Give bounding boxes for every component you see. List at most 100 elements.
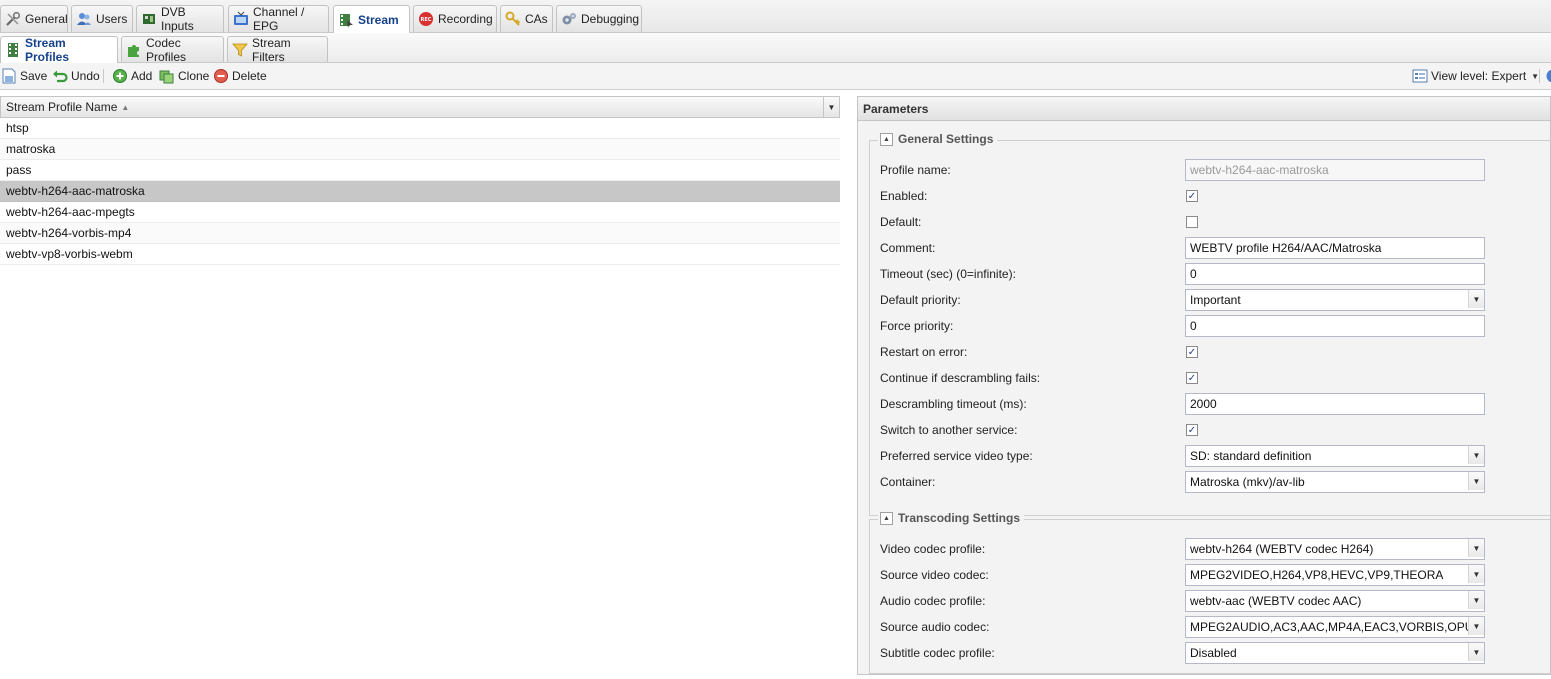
source-audio-codec-row: Source audio codec: MPEG2AUDIO,AC3,AAC,M… xyxy=(880,616,1550,638)
save-button[interactable]: Save xyxy=(1,67,47,85)
audio-codec-profile-select[interactable]: webtv-aac (WEBTV codec AAC) ▼ xyxy=(1185,590,1485,612)
tab-debugging[interactable]: Debugging xyxy=(556,5,642,32)
chevron-down-icon[interactable]: ▼ xyxy=(1468,290,1484,308)
container-row: Container: Matroska (mkv)/av-lib ▼ xyxy=(880,471,1550,493)
restart-on-error-checkbox[interactable]: ✓ xyxy=(1186,346,1198,358)
source-audio-codec-select[interactable]: MPEG2AUDIO,AC3,AAC,MP4A,EAC3,VORBIS,OPUS… xyxy=(1185,616,1485,638)
rec-icon: REC xyxy=(418,11,434,27)
tab-stream-filters[interactable]: Stream Filters xyxy=(227,36,328,64)
descrambling-timeout-row: Descrambling timeout (ms): 2000 xyxy=(880,393,1550,415)
subtitle-codec-profile-select[interactable]: Disabled ▼ xyxy=(1185,642,1485,664)
stream-profile-grid: Stream Profile Name ▲ ▼ htsp matroska pa… xyxy=(0,96,840,265)
undo-button[interactable]: Undo xyxy=(52,67,100,85)
tab-stream[interactable]: Stream xyxy=(333,5,410,33)
table-row[interactable]: webtv-h264-aac-matroska xyxy=(0,181,840,202)
source-video-codec-select[interactable]: MPEG2VIDEO,H264,VP8,HEVC,VP9,THEORA ▼ xyxy=(1185,564,1485,586)
profile-name-row: Profile name: webtv-h264-aac-matroska xyxy=(880,159,1550,181)
key-icon xyxy=(505,11,521,27)
collapse-icon[interactable]: ▲ xyxy=(880,132,893,146)
add-button[interactable]: Add xyxy=(112,67,152,85)
table-row[interactable]: matroska xyxy=(0,139,840,160)
tab-users[interactable]: Users xyxy=(71,5,133,32)
preferred-video-type-select[interactable]: SD: standard definition ▼ xyxy=(1185,445,1485,467)
sub-tab-bar: Stream Profiles Codec Profiles Stream Fi… xyxy=(0,33,1551,64)
delete-icon xyxy=(213,68,229,84)
collapse-icon[interactable]: ▲ xyxy=(880,511,893,525)
profile-name-field: webtv-h264-aac-matroska xyxy=(1185,159,1485,181)
subtitle-codec-profile-row: Subtitle codec profile: Disabled ▼ xyxy=(880,642,1550,664)
gears-icon xyxy=(561,11,577,27)
comment-field[interactable]: WEBTV profile H264/AAC/Matroska xyxy=(1185,237,1485,259)
default-checkbox[interactable] xyxy=(1186,216,1198,228)
column-header-stream-profile-name[interactable]: Stream Profile Name ▲ ▼ xyxy=(0,96,840,118)
container-select[interactable]: Matroska (mkv)/av-lib ▼ xyxy=(1185,471,1485,493)
force-priority-field[interactable]: 0 xyxy=(1185,315,1485,337)
column-menu-trigger[interactable]: ▼ xyxy=(823,97,839,117)
default-priority-select[interactable]: Important ▼ xyxy=(1185,289,1485,311)
clone-button[interactable]: Clone xyxy=(159,67,209,85)
view-level-button[interactable]: View level: Expert ▼ xyxy=(1412,67,1539,85)
parameters-body: ▲ General Settings Profile name: webtv-h… xyxy=(858,121,1550,674)
svg-text:REC: REC xyxy=(421,17,432,23)
chevron-down-icon[interactable]: ▼ xyxy=(1468,617,1484,635)
transcoding-settings-fieldset: ▲ Transcoding Settings Video codec profi… xyxy=(869,511,1550,674)
general-settings-legend: ▲ General Settings xyxy=(878,132,998,146)
general-settings-fieldset: ▲ General Settings Profile name: webtv-h… xyxy=(869,132,1550,516)
toolbar-separator xyxy=(1539,69,1540,83)
tab-recording[interactable]: REC Recording xyxy=(413,5,497,32)
tab-cas[interactable]: CAs xyxy=(500,5,553,32)
transcoding-settings-legend: ▲ Transcoding Settings xyxy=(878,511,1025,525)
clone-icon xyxy=(159,68,175,84)
undo-icon xyxy=(52,68,68,84)
tab-codec-profiles[interactable]: Codec Profiles xyxy=(121,36,224,64)
chevron-down-icon[interactable]: ▼ xyxy=(1468,446,1484,464)
default-row: Default: xyxy=(880,211,1550,233)
save-icon xyxy=(1,68,17,84)
table-row[interactable]: webtv-h264-vorbis-mp4 xyxy=(0,223,840,244)
audio-codec-profile-row: Audio codec profile: webtv-aac (WEBTV co… xyxy=(880,590,1550,612)
continue-descrambling-checkbox[interactable]: ✓ xyxy=(1186,372,1198,384)
switch-service-row: Switch to another service: ✓ xyxy=(880,423,1198,437)
chevron-down-icon[interactable]: ▼ xyxy=(1468,565,1484,583)
enabled-checkbox[interactable]: ✓ xyxy=(1186,190,1198,202)
stream-icon xyxy=(338,12,354,28)
filter-icon xyxy=(232,42,248,58)
add-icon xyxy=(112,68,128,84)
chevron-down-icon: ▼ xyxy=(1531,71,1540,81)
continue-descrambling-row: Continue if descrambling fails: ✓ xyxy=(880,371,1198,385)
chevron-down-icon[interactable]: ▼ xyxy=(1468,591,1484,609)
users-icon xyxy=(76,11,92,27)
force-priority-row: Force priority: 0 xyxy=(880,315,1550,337)
delete-button[interactable]: Delete xyxy=(213,67,267,85)
film-icon xyxy=(5,42,21,58)
tab-channel-epg[interactable]: Channel / EPG xyxy=(228,5,329,33)
video-codec-profile-row: Video codec profile: webtv-h264 (WEBTV c… xyxy=(880,538,1550,560)
table-row[interactable]: webtv-h264-aac-mpegts xyxy=(0,202,840,223)
main-tab-bar: General Users DVB Inputs Channel / EPG S… xyxy=(0,0,1551,33)
tv-icon xyxy=(233,11,249,27)
toolbar: Save Undo Add Clone Delete View level: E… xyxy=(0,63,1551,90)
help-icon[interactable] xyxy=(1545,68,1551,84)
puzzle-icon xyxy=(126,42,142,58)
switch-service-checkbox[interactable]: ✓ xyxy=(1186,424,1198,436)
table-row[interactable]: htsp xyxy=(0,118,840,139)
timeout-field[interactable]: 0 xyxy=(1185,263,1485,285)
tab-general[interactable]: General xyxy=(0,5,68,32)
table-row[interactable]: webtv-vp8-vorbis-webm xyxy=(0,244,840,265)
chevron-down-icon[interactable]: ▼ xyxy=(1468,643,1484,661)
preferred-video-type-row: Preferred service video type: SD: standa… xyxy=(880,445,1550,467)
parameters-title: Parameters xyxy=(858,97,1550,121)
video-codec-profile-select[interactable]: webtv-h264 (WEBTV codec H264) ▼ xyxy=(1185,538,1485,560)
chevron-down-icon[interactable]: ▼ xyxy=(1468,472,1484,490)
view-level-icon xyxy=(1412,68,1428,84)
restart-on-error-row: Restart on error: ✓ xyxy=(880,345,1198,359)
descrambling-timeout-field[interactable]: 2000 xyxy=(1185,393,1485,415)
tab-stream-profiles[interactable]: Stream Profiles xyxy=(0,36,118,64)
tools-icon xyxy=(5,11,21,27)
source-video-codec-row: Source video codec: MPEG2VIDEO,H264,VP8,… xyxy=(880,564,1550,586)
toolbar-separator xyxy=(103,69,104,83)
chevron-down-icon[interactable]: ▼ xyxy=(1468,539,1484,557)
table-row[interactable]: pass xyxy=(0,160,840,181)
parameters-panel: Parameters ▲ General Settings Profile na… xyxy=(857,96,1551,675)
tab-dvb-inputs[interactable]: DVB Inputs xyxy=(136,5,224,33)
